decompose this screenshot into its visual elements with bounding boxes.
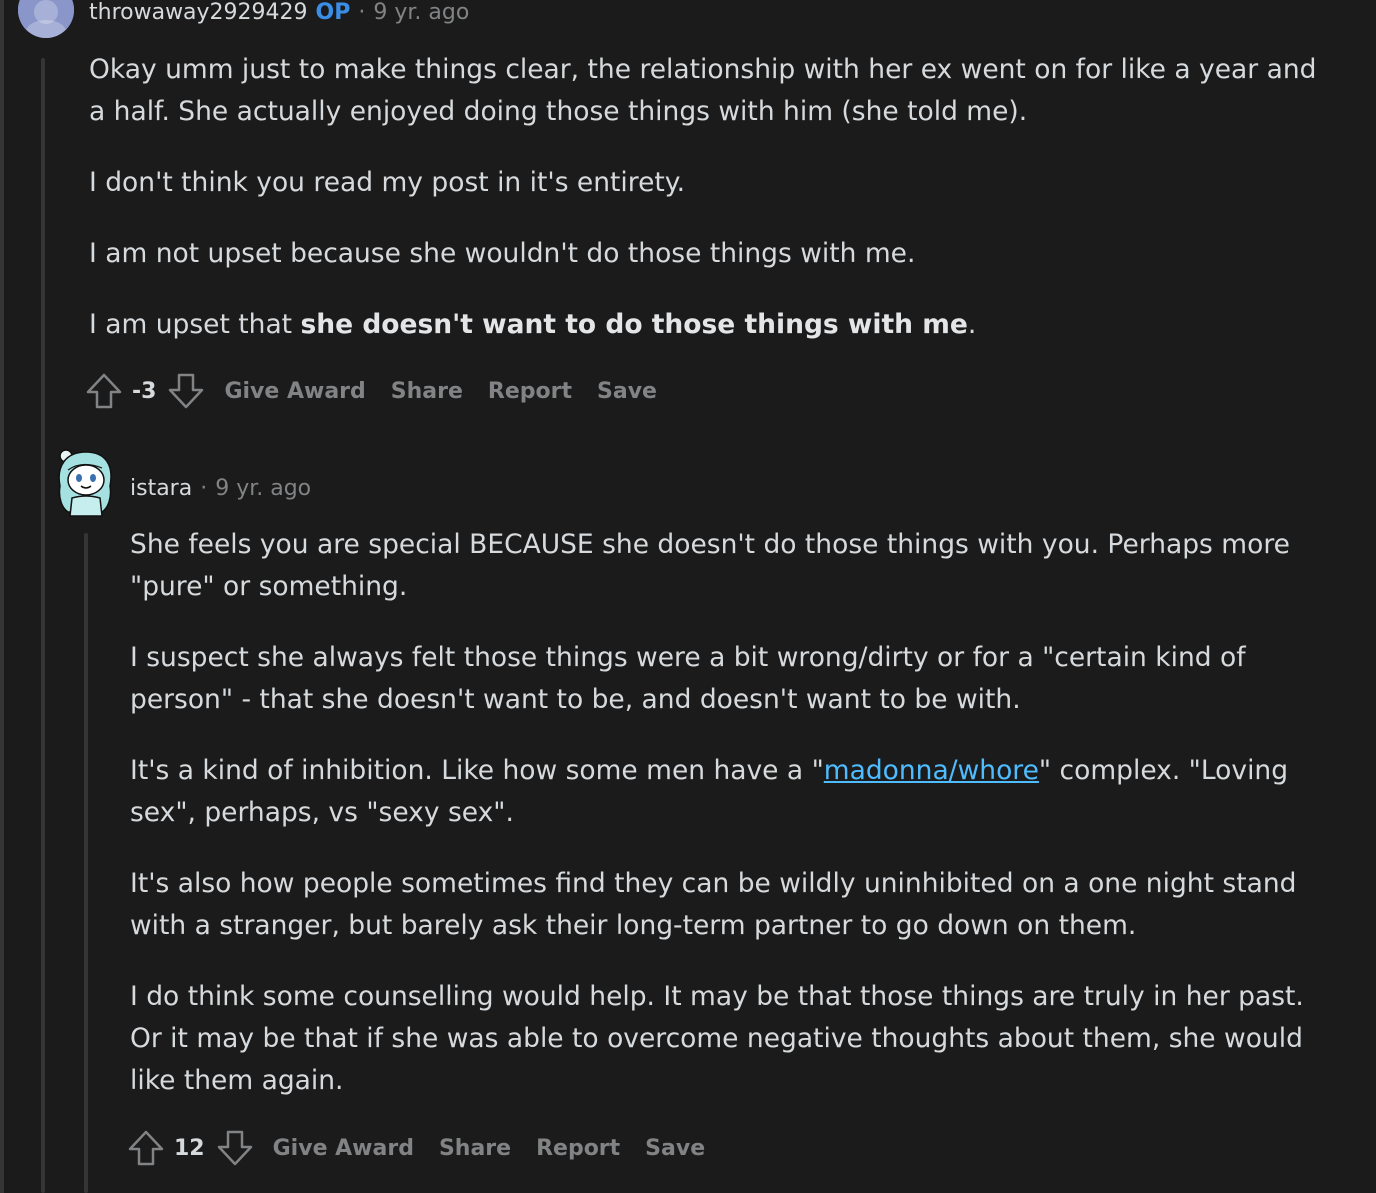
snoo-avatar-icon [18, 0, 74, 38]
give-award-button[interactable]: Give Award [273, 1136, 414, 1161]
upvote-icon[interactable] [126, 1128, 166, 1168]
author-name[interactable]: throwaway2929429 [89, 0, 308, 25]
comment-body: Okay umm just to make things clear, the … [89, 49, 1339, 375]
downvote-icon[interactable] [166, 371, 206, 411]
save-button[interactable]: Save [597, 379, 657, 404]
comment-paragraph: I do think some counselling would help. … [130, 981, 1304, 1096]
comment-thread-line[interactable] [84, 533, 88, 1193]
share-button[interactable]: Share [439, 1136, 511, 1161]
upvote-icon[interactable] [84, 371, 124, 411]
comment-paragraph: It's a kind of inhibition. Like how some… [130, 750, 1320, 834]
bold-text: she doesn't want to do those things with… [300, 309, 968, 340]
avatar[interactable] [52, 446, 118, 520]
downvote-icon[interactable] [215, 1128, 255, 1168]
paragraph-text: I am upset that [89, 309, 301, 340]
author-name[interactable]: istara [130, 476, 192, 501]
comment-paragraph: She feels you are special BECAUSE she do… [130, 529, 1290, 602]
parent-thread-line[interactable] [0, 0, 4, 1193]
comment-actions: 12 Give Award Share Report Save [126, 1126, 705, 1170]
comment-thread-line[interactable] [41, 58, 45, 1193]
avatar[interactable] [18, 0, 74, 38]
share-button[interactable]: Share [391, 379, 463, 404]
comment-paragraph: I am not upset because she wouldn't do t… [89, 238, 916, 269]
timestamp[interactable]: 9 yr. ago [373, 0, 469, 25]
paragraph-text: It's a kind of inhibition. Like how some… [130, 755, 824, 786]
paragraph-text: . [967, 309, 977, 340]
save-button[interactable]: Save [645, 1136, 705, 1161]
meta-separator: · [358, 0, 366, 25]
comment-paragraph: I am upset that she doesn't want to do t… [89, 304, 1339, 346]
comment-paragraph: I suspect she always felt those things w… [130, 642, 1246, 715]
snoo-avatar-icon [58, 449, 112, 517]
comment-meta: istara · 9 yr. ago [130, 476, 311, 501]
timestamp[interactable]: 9 yr. ago [215, 476, 311, 501]
comment-body: She feels you are special BECAUSE she do… [130, 524, 1320, 1131]
comment-paragraph: It's also how people sometimes find they… [130, 868, 1297, 941]
comment-paragraph: I don't think you read my post in it's e… [89, 167, 686, 198]
vote-score: -3 [132, 378, 157, 404]
report-button[interactable]: Report [488, 379, 572, 404]
comment-thread: throwaway2929429 OP · 9 yr. ago Okay umm… [0, 0, 1376, 1193]
vote-score: 12 [174, 1135, 205, 1161]
report-button[interactable]: Report [536, 1136, 620, 1161]
madonna-whore-link[interactable]: madonna/whore [824, 755, 1039, 786]
meta-separator: · [200, 476, 208, 501]
op-badge: OP [315, 0, 351, 25]
comment-paragraph: Okay umm just to make things clear, the … [89, 54, 1317, 127]
comment-meta: throwaway2929429 OP · 9 yr. ago [89, 0, 469, 25]
comment-actions: -3 Give Award Share Report Save [84, 369, 657, 413]
give-award-button[interactable]: Give Award [224, 379, 365, 404]
